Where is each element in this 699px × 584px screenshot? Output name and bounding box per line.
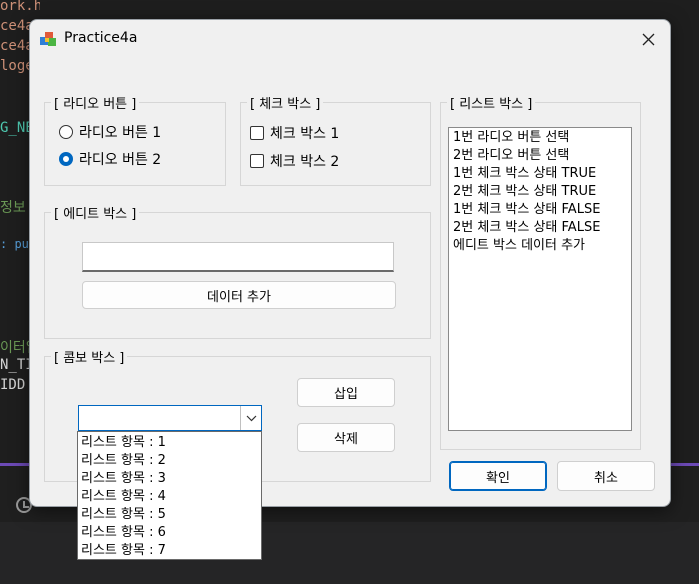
checkbox-label: 체크 박스 1 <box>270 126 340 142</box>
list-box[interactable]: 1번 라디오 버튼 선택 2번 라디오 버튼 선택 1번 체크 박스 상태 TR… <box>448 127 632 431</box>
combo-option[interactable]: 리스트 항목 : 5 <box>78 506 261 524</box>
radio-button-icon[interactable] <box>59 125 73 139</box>
list-item[interactable]: 2번 체크 박스 상태 TRUE <box>453 183 627 201</box>
radio-label: 라디오 버튼 1 <box>79 125 162 141</box>
ok-button[interactable]: 확인 <box>449 461 547 491</box>
check-group: [ 체크 박스 ] <box>240 93 431 186</box>
combo-dropdown-list[interactable]: 리스트 항목 : 1 리스트 항목 : 2 리스트 항목 : 3 리스트 항목 … <box>77 431 262 560</box>
delete-button[interactable]: 삭제 <box>297 423 395 452</box>
app-icon <box>40 32 56 46</box>
list-item[interactable]: 2번 체크 박스 상태 FALSE <box>453 219 627 237</box>
radio-option-2[interactable]: 라디오 버튼 2 <box>59 149 161 169</box>
radio-option-1[interactable]: 라디오 버튼 1 <box>59 122 161 142</box>
combo-box[interactable] <box>78 405 262 431</box>
list-item[interactable]: 2번 라디오 버튼 선택 <box>453 147 627 165</box>
checkbox-icon[interactable] <box>250 154 264 168</box>
edit-input[interactable] <box>82 242 394 272</box>
edit-group: [ 에디트 박스 ] <box>44 203 431 339</box>
radio-label: 라디오 버튼 2 <box>79 152 162 168</box>
combo-option[interactable]: 리스트 항목 : 1 <box>78 434 261 452</box>
close-icon <box>642 33 654 45</box>
radio-group-label: [ 라디오 버튼 ] <box>51 93 140 112</box>
combo-option[interactable]: 리스트 항목 : 3 <box>78 470 261 488</box>
code-line: 정보 <box>0 200 26 216</box>
radio-button-selected-icon[interactable] <box>59 152 73 166</box>
code-line: : pu <box>0 237 29 251</box>
combo-option[interactable]: 리스트 항목 : 4 <box>78 488 261 506</box>
code-line: IDD <box>0 377 26 393</box>
add-data-button[interactable]: 데이터 추가 <box>82 281 396 309</box>
list-item[interactable]: 1번 체크 박스 상태 TRUE <box>453 165 627 183</box>
list-group-label: [ 리스트 박스 ] <box>447 93 536 112</box>
insert-button[interactable]: 삽입 <box>297 378 395 407</box>
combo-dropdown-button[interactable] <box>240 406 261 430</box>
list-item[interactable]: 1번 라디오 버튼 선택 <box>453 129 627 147</box>
list-item[interactable]: 에디트 박스 데이터 추가 <box>453 237 627 255</box>
checkbox-option-2[interactable]: 체크 박스 2 <box>250 151 339 171</box>
checkbox-option-1[interactable]: 체크 박스 1 <box>250 123 339 143</box>
combo-selected-value <box>79 410 83 425</box>
code-line: ork.h" <box>0 0 40 14</box>
edit-group-label: [ 에디트 박스 ] <box>51 203 140 222</box>
list-item[interactable]: 1번 체크 박스 상태 FALSE <box>453 201 627 219</box>
radio-group: [ 라디오 버튼 ] <box>44 93 226 186</box>
cancel-button[interactable]: 취소 <box>557 461 655 491</box>
chevron-down-icon <box>246 415 256 421</box>
combo-group-label: [ 콤보 박스 ] <box>51 347 128 366</box>
checkbox-label: 체크 박스 2 <box>270 154 340 170</box>
close-button[interactable] <box>630 24 666 54</box>
window-title: Practice4a <box>64 30 138 46</box>
practice-dialog: Practice4a [ 라디오 버튼 ] 라디오 버튼 1 라디오 버튼 2 … <box>29 19 671 560</box>
checkbox-icon[interactable] <box>250 126 264 140</box>
combo-option[interactable]: 리스트 항목 : 7 <box>78 542 261 560</box>
title-bar[interactable]: Practice4a <box>30 20 670 58</box>
check-group-label: [ 체크 박스 ] <box>247 93 324 112</box>
combo-option[interactable]: 리스트 항목 : 2 <box>78 452 261 470</box>
combo-option[interactable]: 리스트 항목 : 6 <box>78 524 261 542</box>
